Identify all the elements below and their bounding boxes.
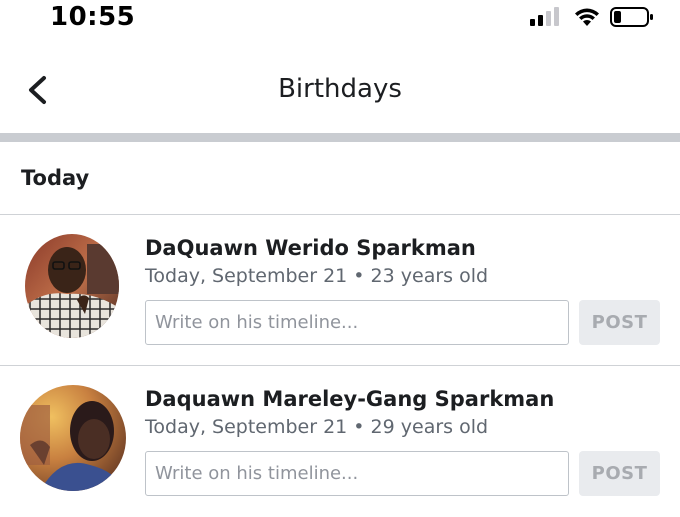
section-header: Today — [0, 142, 680, 215]
birthday-row: Daquawn Mareley-Gang Sparkman Today, Sep… — [0, 367, 680, 517]
signal-icon — [530, 7, 559, 26]
status-icons — [530, 6, 654, 28]
post-button[interactable]: POST — [579, 451, 660, 496]
person-name[interactable]: DaQuawn Werido Sparkman — [145, 236, 476, 260]
nav-bar: Birthdays — [0, 56, 680, 128]
birthday-row: DaQuawn Werido Sparkman Today, September… — [0, 216, 680, 366]
timeline-input[interactable] — [145, 300, 569, 345]
page-title: Birthdays — [278, 74, 402, 104]
person-name[interactable]: Daquawn Mareley-Gang Sparkman — [145, 387, 554, 411]
birthday-info: Today, September 21 • 23 years old — [145, 265, 489, 287]
wifi-icon — [575, 8, 599, 26]
post-button[interactable]: POST — [579, 300, 660, 345]
birthday-info: Today, September 21 • 29 years old — [145, 416, 489, 438]
status-time: 10:55 — [50, 2, 136, 32]
battery-icon — [610, 7, 653, 27]
section-title: Today — [21, 166, 90, 190]
timeline-input[interactable] — [145, 451, 569, 496]
avatar-photo — [20, 385, 126, 491]
avatar[interactable] — [25, 234, 119, 338]
header-divider — [0, 133, 680, 142]
status-bar: 10:55 — [0, 0, 680, 36]
avatar[interactable] — [20, 385, 126, 491]
avatar-photo — [25, 234, 119, 338]
